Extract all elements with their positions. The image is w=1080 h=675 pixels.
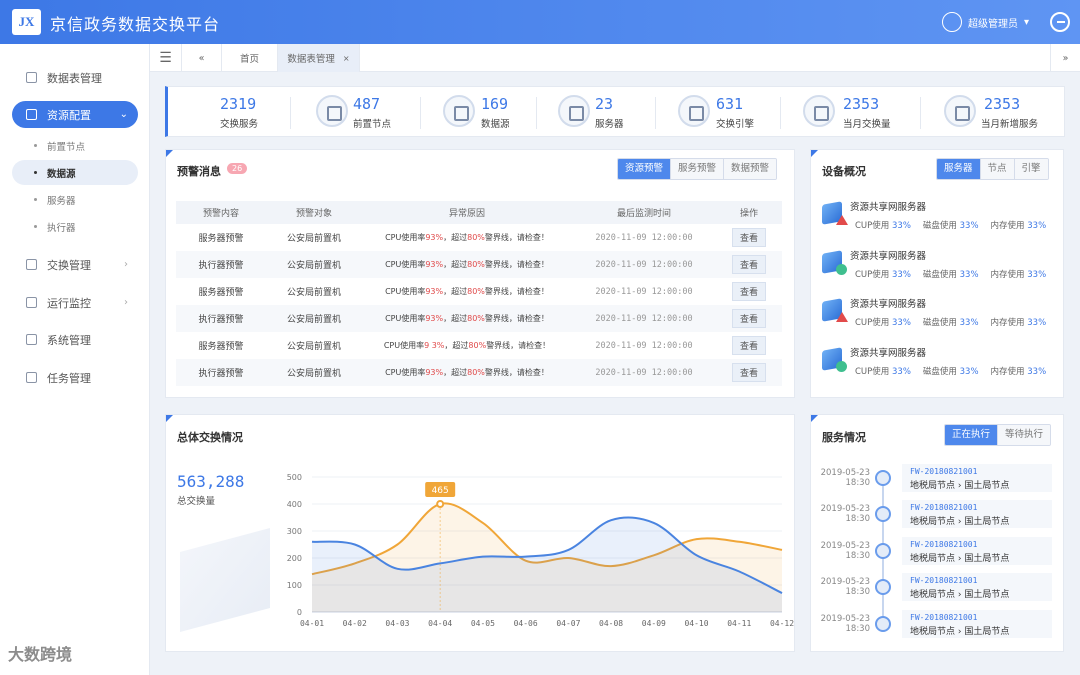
services-tabs: 正在执行 等待执行	[944, 424, 1052, 446]
service-item[interactable]: 2019-05-23 18:30 FW-20180821001 地税局节点 › 国土局…	[812, 461, 1052, 498]
document-icon	[875, 543, 891, 559]
document-icon	[875, 616, 891, 632]
x-tick-label: 04-06	[514, 619, 538, 628]
y-tick-label: 400	[287, 500, 302, 509]
watermark: 大数跨境	[8, 645, 73, 664]
document-icon	[875, 506, 891, 522]
annotation-point	[436, 500, 445, 508]
x-tick-label: 04-05	[471, 619, 495, 628]
y-tick-label: 300	[287, 527, 302, 536]
service-datetime: 2019-05-23 18:30	[820, 541, 870, 561]
y-tick-label: 100	[287, 581, 302, 590]
tab-waiting[interactable]: 等待执行	[998, 425, 1051, 445]
x-tick-label: 04-04	[428, 619, 452, 628]
service-item[interactable]: 2019-05-23 18:30 FW-20180821001 地税局节点 › 国土局…	[812, 570, 1052, 607]
x-tick-label: 04-01	[300, 619, 324, 628]
y-tick-label: 200	[287, 554, 302, 563]
y-tick-label: 0	[297, 608, 302, 617]
x-tick-label: 04-10	[684, 619, 708, 628]
service-route: 地税局节点 › 国土局节点	[910, 590, 1010, 600]
y-tick-label: 500	[287, 473, 302, 482]
document-icon	[875, 579, 891, 595]
x-tick-label: 04-09	[642, 619, 666, 628]
service-code: FW-20180821001	[910, 540, 978, 549]
service-datetime: 2019-05-23 18:30	[820, 468, 870, 488]
service-datetime: 2019-05-23 18:30	[820, 614, 870, 634]
tab-running[interactable]: 正在执行	[945, 425, 999, 445]
service-item[interactable]: 2019-05-23 18:30 FW-20180821001 地税局节点 › 国土局…	[812, 534, 1052, 571]
service-datetime: 2019-05-23 18:30	[820, 504, 870, 524]
services-title: 服务情况	[822, 431, 866, 444]
service-route: 地税局节点 › 国土局节点	[910, 481, 1010, 491]
x-tick-label: 04-03	[385, 619, 409, 628]
annotation-label: 465	[432, 486, 449, 496]
service-code: FW-20180821001	[910, 467, 978, 476]
service-code: FW-20180821001	[910, 503, 978, 512]
service-datetime: 2019-05-23 18:30	[820, 577, 870, 597]
x-tick-label: 04-07	[556, 619, 580, 628]
series-area-1	[312, 517, 782, 612]
service-route: 地税局节点 › 国土局节点	[910, 554, 1010, 564]
service-route: 地税局节点 › 国土局节点	[910, 627, 1010, 637]
service-code: FW-20180821001	[910, 613, 978, 622]
x-tick-label: 04-12	[770, 619, 794, 628]
x-tick-label: 04-08	[599, 619, 623, 628]
x-tick-label: 04-11	[727, 619, 751, 628]
document-icon	[875, 470, 891, 486]
service-route: 地税局节点 › 国土局节点	[910, 517, 1010, 527]
service-code: FW-20180821001	[910, 576, 978, 585]
service-item[interactable]: 2019-05-23 18:30 FW-20180821001 地税局节点 › 国土局…	[812, 497, 1052, 534]
x-tick-label: 04-02	[343, 619, 367, 628]
service-item[interactable]: 2019-05-23 18:30 FW-20180821001 地税局节点 › 国土局…	[812, 607, 1052, 644]
